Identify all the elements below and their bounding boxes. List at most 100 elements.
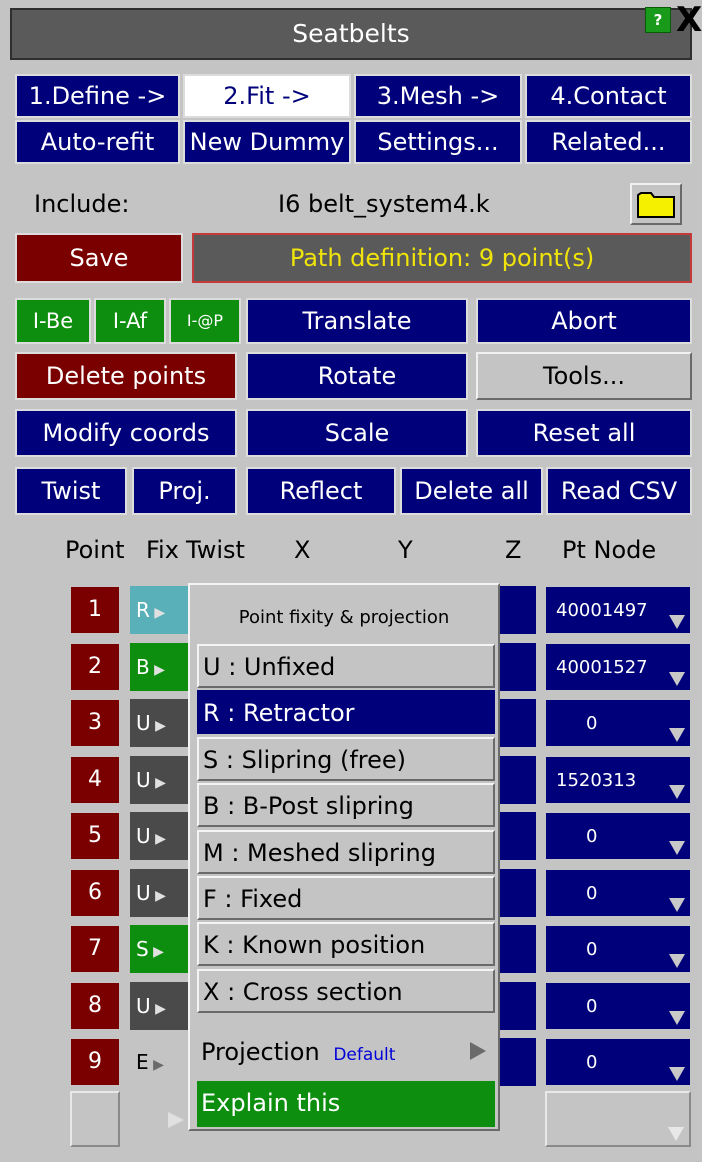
pt-node-cell[interactable]: 0 bbox=[545, 1038, 691, 1086]
abort-button[interactable]: Abort bbox=[476, 298, 692, 344]
status-text: Path definition: 9 point(s) bbox=[192, 233, 692, 283]
twist-button[interactable]: Twist bbox=[15, 467, 127, 515]
coord-cell[interactable] bbox=[500, 756, 536, 804]
pt-node-dropdown-icon bbox=[669, 954, 685, 968]
fix-letter: U bbox=[136, 881, 151, 905]
proj-button[interactable]: Proj. bbox=[132, 467, 237, 515]
fix-letter: R bbox=[136, 598, 150, 622]
tools-menu-button[interactable]: Tools... bbox=[476, 352, 692, 400]
reset-all-button[interactable]: Reset all bbox=[476, 409, 692, 457]
point-number[interactable]: 1 bbox=[70, 586, 120, 634]
pt-node-cell[interactable]: 0 bbox=[545, 982, 691, 1030]
fix-cell[interactable]: E ▶ bbox=[130, 1038, 188, 1086]
fix-cell[interactable]: B ▶ bbox=[130, 643, 188, 691]
point-number[interactable]: 2 bbox=[70, 643, 120, 691]
insert-after-button[interactable]: I-Af bbox=[94, 298, 166, 344]
fix-cell[interactable]: U ▶ bbox=[130, 812, 188, 860]
help-button[interactable]: ? bbox=[645, 7, 671, 33]
pt-node-value: 0 bbox=[586, 1052, 598, 1073]
point-number[interactable]: 4 bbox=[70, 756, 120, 804]
delete-points-button[interactable]: Delete points bbox=[15, 352, 237, 400]
fix-dropdown-arrow-icon: ▶ bbox=[150, 1001, 166, 1017]
read-csv-button[interactable]: Read CSV bbox=[546, 467, 692, 515]
new-dummy-button[interactable]: New Dummy bbox=[183, 120, 351, 164]
scale-button[interactable]: Scale bbox=[246, 409, 468, 457]
coord-cell[interactable] bbox=[500, 699, 536, 747]
include-value: I6 belt_system4.k bbox=[278, 190, 490, 218]
fix-cell[interactable]: S ▶ bbox=[130, 925, 188, 973]
fix-letter: U bbox=[136, 711, 151, 735]
reflect-button[interactable]: Reflect bbox=[246, 467, 396, 515]
coord-cell[interactable] bbox=[500, 869, 536, 917]
point-number[interactable]: 8 bbox=[70, 982, 120, 1030]
fix-cell[interactable]: U ▶ bbox=[130, 699, 188, 747]
folder-icon bbox=[637, 192, 675, 218]
coord-cell[interactable] bbox=[500, 643, 536, 691]
insert-before-button[interactable]: I-Be bbox=[15, 298, 91, 344]
coord-cell[interactable] bbox=[500, 812, 536, 860]
pt-node-cell[interactable]: 0 bbox=[545, 699, 691, 747]
rotate-button[interactable]: Rotate bbox=[246, 352, 468, 400]
coord-cell[interactable] bbox=[500, 586, 536, 634]
pt-node-dropdown-icon bbox=[669, 1067, 685, 1081]
header-pt-node: Pt Node bbox=[562, 536, 657, 564]
pt-node-value: 40001497 bbox=[556, 600, 648, 621]
coord-cell[interactable] bbox=[500, 1038, 536, 1086]
fix-cell[interactable]: U ▶ bbox=[130, 982, 188, 1030]
folder-button[interactable] bbox=[630, 183, 682, 225]
point-number[interactable]: 3 bbox=[70, 699, 120, 747]
close-button[interactable]: X bbox=[676, 2, 702, 38]
header-twist: Twist bbox=[186, 536, 245, 564]
point-number[interactable]: 6 bbox=[70, 869, 120, 917]
pt-node-cell[interactable]: 40001497 bbox=[545, 586, 691, 634]
option-unfixed[interactable]: U : Unfixed bbox=[197, 644, 495, 688]
projection-row[interactable]: Projection Default bbox=[197, 1030, 495, 1074]
header-y: Y bbox=[398, 536, 413, 564]
save-button[interactable]: Save bbox=[15, 233, 183, 283]
pt-node-dropdown-icon bbox=[669, 672, 685, 686]
header-x: X bbox=[294, 536, 311, 564]
delete-all-button[interactable]: Delete all bbox=[400, 467, 543, 515]
fix-cell[interactable]: R ▶ bbox=[130, 586, 188, 634]
point-number[interactable]: 7 bbox=[70, 925, 120, 973]
fix-letter: E bbox=[136, 1050, 149, 1074]
option-fixed[interactable]: F : Fixed bbox=[197, 876, 495, 920]
tab-fit[interactable]: 2.Fit -> bbox=[183, 74, 351, 118]
tab-mesh[interactable]: 3.Mesh -> bbox=[354, 74, 522, 118]
option-slipring-free[interactable]: S : Slipring (free) bbox=[197, 737, 495, 781]
translate-button[interactable]: Translate bbox=[246, 298, 468, 344]
projection-label: Projection bbox=[201, 1038, 320, 1066]
option-cross-section[interactable]: X : Cross section bbox=[197, 969, 495, 1013]
option-bpost-slipring[interactable]: B : B-Post slipring bbox=[197, 783, 495, 827]
fix-cell[interactable]: U ▶ bbox=[130, 756, 188, 804]
point-number[interactable]: 9 bbox=[70, 1038, 120, 1086]
tab-define[interactable]: 1.Define -> bbox=[15, 74, 180, 118]
option-meshed-slipring[interactable]: M : Meshed slipring bbox=[197, 830, 495, 874]
empty-node-cell bbox=[545, 1091, 691, 1147]
pt-node-cell[interactable]: 0 bbox=[545, 812, 691, 860]
empty-point-cell bbox=[70, 1091, 120, 1147]
fix-dropdown-arrow-icon: ▶ bbox=[148, 944, 164, 960]
settings-button[interactable]: Settings... bbox=[354, 120, 522, 164]
pt-node-cell[interactable]: 0 bbox=[545, 869, 691, 917]
option-known-position[interactable]: K : Known position bbox=[197, 922, 495, 966]
coord-cell[interactable] bbox=[500, 925, 536, 973]
pt-node-cell[interactable]: 40001527 bbox=[545, 643, 691, 691]
fix-dropdown-arrow-icon: ▶ bbox=[150, 831, 166, 847]
auto-refit-button[interactable]: Auto-refit bbox=[15, 120, 180, 164]
option-retractor[interactable]: R : Retractor bbox=[197, 690, 495, 734]
related-button[interactable]: Related... bbox=[525, 120, 692, 164]
point-number[interactable]: 5 bbox=[70, 812, 120, 860]
modify-coords-button[interactable]: Modify coords bbox=[15, 409, 237, 457]
popup-title: Point fixity & projection bbox=[238, 607, 450, 628]
pt-node-dropdown-icon bbox=[669, 728, 685, 742]
explain-this-button[interactable]: Explain this bbox=[197, 1081, 495, 1127]
coord-cell[interactable] bbox=[500, 982, 536, 1030]
tab-contact[interactable]: 4.Contact bbox=[525, 74, 692, 118]
fix-letter: S bbox=[136, 937, 149, 961]
pt-node-cell[interactable]: 0 bbox=[545, 925, 691, 973]
insert-at-button[interactable]: I-@P bbox=[169, 298, 241, 344]
pt-node-cell[interactable]: 1520313 bbox=[545, 756, 691, 804]
fix-cell[interactable]: U ▶ bbox=[130, 869, 188, 917]
fix-dropdown-arrow-icon: ▶ bbox=[150, 775, 166, 791]
